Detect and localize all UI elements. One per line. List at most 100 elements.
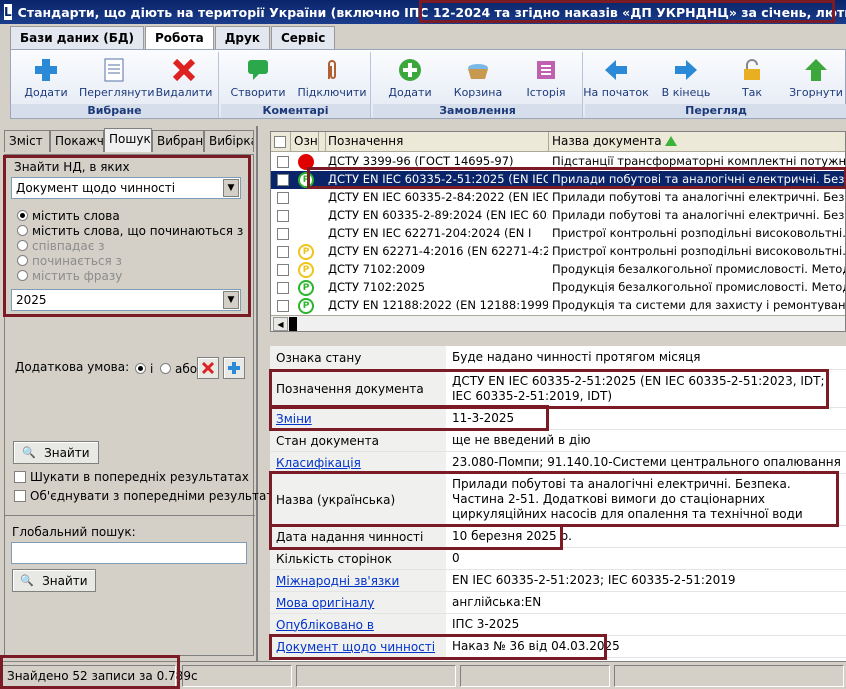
cell-code: ДСТУ EN IEC 62271-204:2024 (EN I: [328, 226, 532, 240]
orders-basket-button[interactable]: Корзина: [443, 56, 513, 99]
row-checkbox[interactable]: [277, 174, 289, 186]
header-name[interactable]: Назва документа: [549, 132, 845, 152]
cell-code: ДСТУ 7102:2025: [328, 280, 426, 294]
cell-name: Продукція та системи для захисту і ремон…: [552, 298, 846, 312]
radio-dot: [17, 210, 28, 221]
and-radio[interactable]: і: [135, 361, 153, 376]
horizontal-scrollbar[interactable]: ◀: [271, 315, 845, 331]
window-title-bar: L Стандарти, що діють на території Украї…: [0, 0, 846, 24]
cell-name: Прилади побутові та аналогічні електричн…: [552, 208, 846, 222]
comments-attach-button[interactable]: Підключити: [297, 56, 367, 99]
group-view: На початок В кінець Так Згорнути Перегля…: [583, 52, 846, 118]
option-contains-words[interactable]: містить слова: [17, 208, 243, 223]
favorites-view-button[interactable]: Переглянути: [79, 56, 154, 99]
status-indicator-icon: P: [298, 262, 314, 278]
table-row[interactable]: ДСТУ EN IEC 60335-2-84:2022 (EN IEC Прила…: [271, 189, 845, 207]
header-status[interactable]: Озн: [291, 132, 319, 152]
basket-icon: [464, 56, 492, 84]
detail-key-link[interactable]: Класифікація: [270, 452, 446, 473]
go-start-button[interactable]: На початок: [581, 56, 651, 99]
row-checkbox[interactable]: [277, 228, 289, 240]
tab-search[interactable]: Пошук: [104, 128, 152, 152]
detail-key-link[interactable]: Мова оригіналу: [270, 592, 446, 613]
add-condition-button[interactable]: [223, 357, 245, 379]
row-checkbox[interactable]: [277, 156, 289, 168]
global-search-input[interactable]: [11, 542, 247, 564]
option-words-start[interactable]: містить слова, що починаються з: [17, 223, 243, 238]
tab-databases[interactable]: Бази даних (БД): [10, 26, 145, 50]
row-checkbox[interactable]: [277, 282, 289, 294]
chevron-down-icon[interactable]: ▼: [223, 179, 239, 197]
status-indicator-icon: P: [298, 298, 314, 314]
detail-row: Стан документа ще не введений в дію: [270, 430, 846, 452]
table-row[interactable]: P ДСТУ 7102:2025 Продукція безалкогольної …: [271, 279, 845, 297]
row-checkbox[interactable]: [277, 246, 289, 258]
details-panel: Ознака стану Буде надано чинності протяго…: [270, 346, 846, 661]
header-checkbox[interactable]: [271, 132, 291, 152]
table-row[interactable]: P ДСТУ EN IEC 60335-2-51:2025 (EN IEC Прил…: [271, 171, 845, 189]
comments-create-button[interactable]: Створити: [223, 56, 293, 99]
table-row[interactable]: ДСТУ 3399-96 (ГОСТ 14695-97) Підстанції т…: [271, 153, 845, 171]
table-row[interactable]: P ДСТУ 7102:2009 Продукція безалкогольної …: [271, 261, 845, 279]
row-checkbox[interactable]: [277, 192, 289, 204]
detail-value: Буде надано чинності протягом місяця: [452, 350, 701, 364]
radio-dot: [17, 240, 28, 251]
app-icon: L: [4, 4, 12, 20]
table-row[interactable]: ДСТУ EN IEC 62271-204:2024 (EN I Пристрої…: [271, 225, 845, 243]
table-row[interactable]: P ДСТУ EN 62271-4:2016 (EN 62271-4:20 Прис…: [271, 243, 845, 261]
global-find-button[interactable]: 🔍 Знайти: [12, 569, 96, 592]
favorites-add-button[interactable]: Додати: [11, 56, 81, 99]
tab-selection[interactable]: Вибірка: [204, 130, 254, 152]
find-button[interactable]: 🔍 Знайти: [13, 441, 99, 464]
tab-contents[interactable]: Зміст: [4, 130, 50, 152]
detail-key: Дата надання чинності: [270, 526, 446, 547]
grid-header: Озн Позначення Назва документа: [271, 132, 845, 152]
window-title: Стандарти, що діють на території України…: [17, 4, 846, 20]
tab-favorites[interactable]: Вибрані: [152, 130, 204, 152]
search-icon: 🔍: [20, 574, 35, 587]
combine-previous-checkbox[interactable]: Об'єднувати з попередніми результатами: [14, 489, 298, 503]
field-select[interactable]: Документ щодо чинності ▼: [11, 177, 241, 199]
tab-index[interactable]: Покажч: [50, 130, 104, 152]
cell-code: ДСТУ EN IEC 60335-2-51:2025 (EN IEC: [328, 172, 548, 186]
tab-print[interactable]: Друк: [214, 26, 270, 50]
detail-key-link[interactable]: Документ щодо чинності: [270, 636, 446, 657]
detail-value: EN IEC 60335-2-51:2023; IEC 60335-2-51:2…: [452, 573, 736, 587]
detail-key: Стан документа: [270, 430, 446, 451]
tab-service[interactable]: Сервіс: [270, 26, 336, 50]
scroll-thumb[interactable]: [289, 317, 297, 331]
table-row[interactable]: P ДСТУ EN 12188:2022 (EN 12188:1999, Проду…: [271, 297, 845, 315]
detail-row: Мова оригіналу англійська:EN: [270, 592, 846, 614]
scroll-left-icon[interactable]: ◀: [273, 317, 288, 331]
detail-key-link[interactable]: Зміни: [270, 408, 446, 429]
group-title-favorites: Вибране: [11, 104, 218, 118]
orders-add-button[interactable]: Додати: [375, 56, 445, 99]
or-radio[interactable]: або: [160, 361, 197, 376]
detail-value: Наказ № 36 від 04.03.2025: [452, 639, 620, 653]
orders-history-button[interactable]: Історія: [511, 56, 581, 99]
close-icon: [201, 361, 215, 375]
cell-name: Продукція безалкогольної промисловості. …: [552, 262, 846, 276]
go-end-button[interactable]: В кінець: [651, 56, 721, 99]
detail-key-link[interactable]: Міжнародні зв'язки: [270, 570, 446, 591]
search-in-previous-checkbox[interactable]: Шукати в попередніх результатах: [14, 470, 249, 484]
row-checkbox[interactable]: [277, 300, 289, 312]
row-checkbox[interactable]: [277, 264, 289, 276]
collapse-button[interactable]: Згорнути: [781, 56, 846, 99]
header-code[interactable]: Позначення: [325, 132, 549, 152]
detail-value: ще не введений в дію: [452, 433, 591, 447]
row-checkbox[interactable]: [277, 210, 289, 222]
extra-condition-label: Додаткова умова:: [15, 360, 130, 374]
chevron-down-icon[interactable]: ▼: [223, 291, 239, 309]
remove-condition-button[interactable]: [197, 357, 219, 379]
detail-key-link[interactable]: Опубліковано в: [270, 614, 446, 635]
favorites-delete-button[interactable]: Видалити: [149, 56, 219, 99]
query-select[interactable]: 2025 ▼: [11, 289, 241, 311]
radio-dot: [160, 363, 171, 374]
detail-row: Кількість сторінок 0: [270, 548, 846, 570]
table-row[interactable]: ДСТУ EN 60335-2-89:2024 (EN IEC 603 Прила…: [271, 207, 845, 225]
detail-value: англійська:EN: [452, 595, 542, 609]
tab-work[interactable]: Робота: [145, 26, 214, 51]
cell-name: Продукція безалкогольної промисловості. …: [552, 280, 845, 294]
lock-yes-button[interactable]: Так: [717, 56, 787, 99]
